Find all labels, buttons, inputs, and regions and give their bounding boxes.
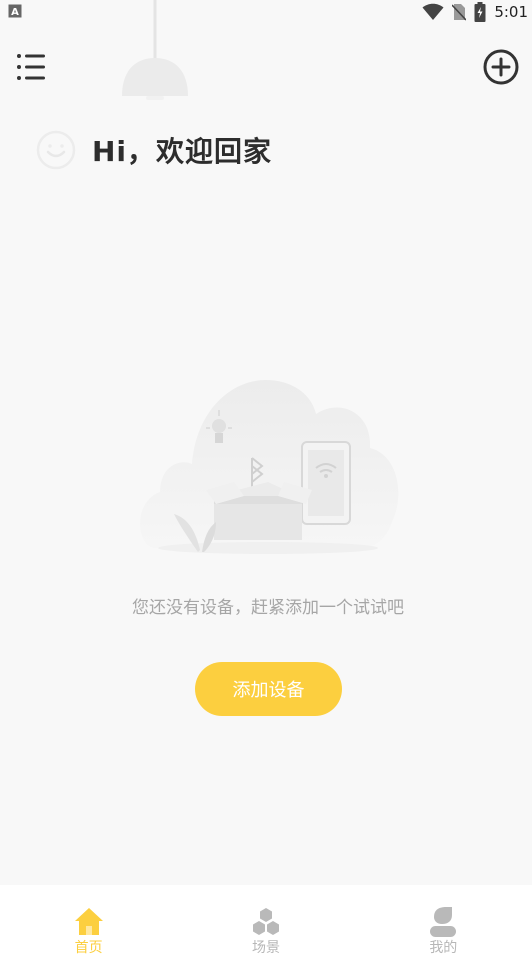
battery-charging-icon [474, 2, 486, 22]
smiley-icon [36, 130, 76, 170]
bottom-tab-bar: 首页 场景 我的 [0, 885, 532, 960]
greeting: Hi，欢迎回家 [36, 128, 272, 172]
menu-button[interactable] [14, 50, 50, 84]
tab-home-label: 首页 [74, 940, 103, 956]
status-time: 5:01 [494, 3, 528, 21]
add-button[interactable] [482, 48, 520, 86]
tab-profile-label: 我的 [429, 940, 458, 956]
tab-profile[interactable]: 我的 [355, 885, 532, 960]
tab-scene-label: 场景 [251, 940, 280, 956]
tab-home[interactable]: 首页 [0, 885, 177, 960]
add-device-button[interactable]: 添加设备 [195, 662, 342, 716]
empty-state-message: 您还没有设备，赶紧添加一个试试吧 [132, 598, 404, 618]
no-sim-icon [452, 4, 467, 21]
empty-devices-illustration [140, 380, 399, 554]
tab-scene[interactable]: 场景 [177, 885, 354, 960]
scene-icon [252, 908, 279, 935]
app-notification-icon: A [8, 4, 22, 18]
status-bar: A 5:01 [0, 0, 532, 26]
home-icon [74, 908, 103, 935]
wifi-icon [422, 3, 444, 20]
pendant-lamp-decoration [122, 0, 188, 100]
profile-icon [430, 907, 457, 937]
greeting-title: Hi，欢迎回家 [92, 135, 273, 168]
svg-text:A: A [11, 7, 19, 18]
